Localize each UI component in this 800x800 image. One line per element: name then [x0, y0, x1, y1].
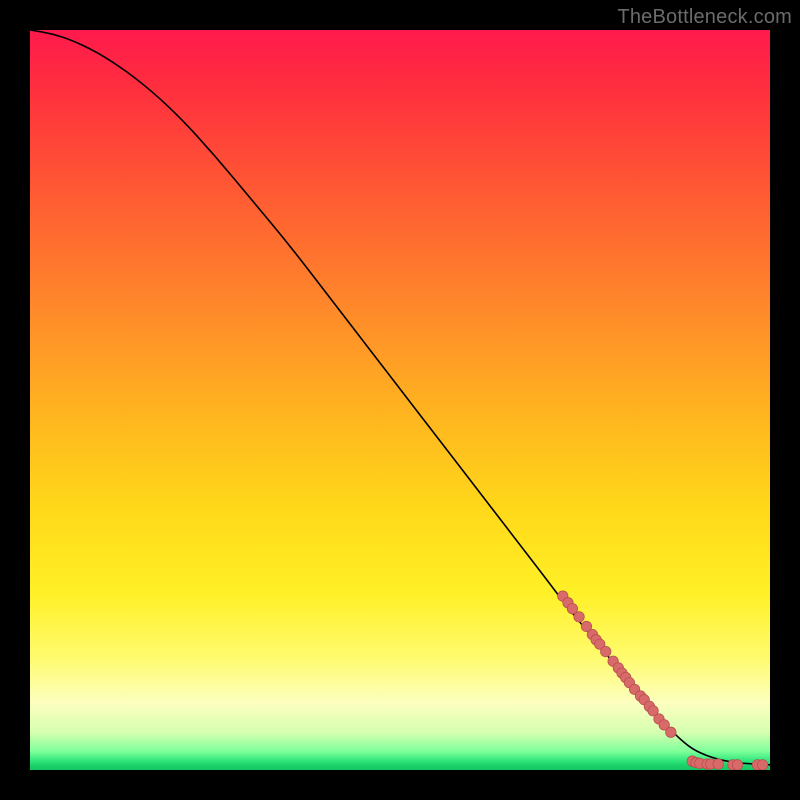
attribution-text: TheBottleneck.com [617, 6, 792, 29]
data-marker [757, 760, 767, 770]
plot-area [30, 30, 770, 770]
data-marker [713, 759, 723, 769]
data-marker [666, 727, 676, 737]
data-markers [558, 591, 768, 770]
chart-overlay-svg [30, 30, 770, 770]
data-marker [601, 646, 611, 656]
data-marker [574, 612, 584, 622]
chart-frame: TheBottleneck.com [0, 0, 800, 800]
data-marker [732, 760, 742, 770]
trend-curve [30, 30, 770, 765]
